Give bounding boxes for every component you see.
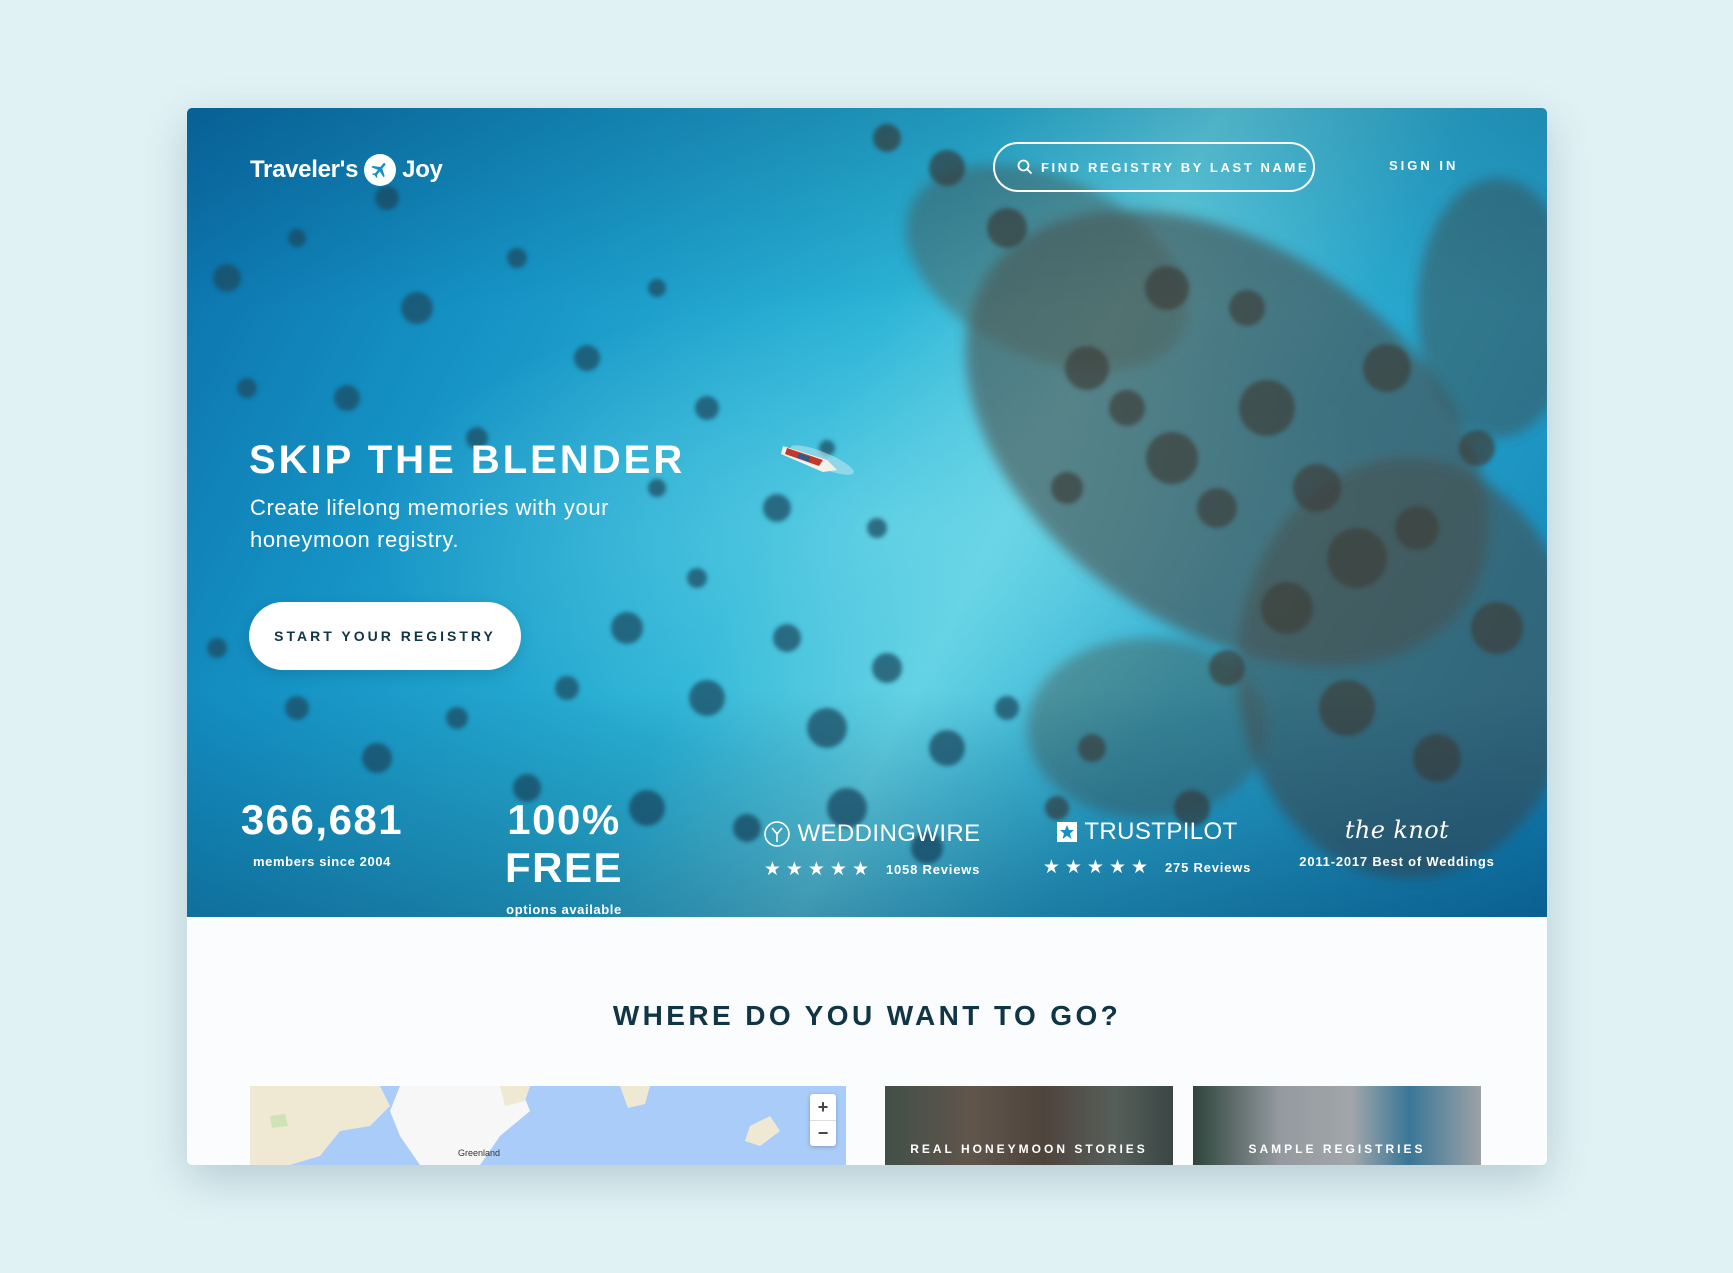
map-land-shapes	[250, 1086, 780, 1165]
members-caption: members since 2004	[253, 854, 391, 869]
start-registry-button[interactable]: START YOUR REGISTRY	[249, 602, 521, 670]
trustpilot-reviews: 275 Reviews	[1165, 860, 1252, 875]
the-knot-caption: 2011-2017 Best of Weddings	[1299, 854, 1495, 869]
site-logo[interactable]: Traveler's Joy	[250, 154, 443, 186]
airplane-icon	[364, 154, 397, 186]
members-count: 366,681	[240, 796, 404, 843]
hero-subheadline: Create lifelong memories with your honey…	[250, 495, 610, 552]
weddingwire-name: WEDDINGWIRE	[797, 820, 981, 847]
the-knot-badge[interactable]: the knot 2011-2017 Best of Weddings	[1297, 816, 1497, 869]
free-stat: 100% FREE options available	[449, 796, 679, 917]
members-stat: 366,681 members since 2004	[237, 796, 407, 869]
logo-text-right: Joy	[402, 156, 443, 183]
map-zoom-control: + −	[810, 1094, 836, 1146]
browser-window: Traveler's Joy FIND REGISTRY BY LAST NAM…	[187, 108, 1547, 1165]
map-region-label: Greenland	[458, 1148, 501, 1158]
free-caption: options available	[506, 902, 622, 917]
trustpilot-logo-icon	[1057, 822, 1078, 842]
trustpilot-badge[interactable]: TRUSTPILOT ★★★★★ 275 Reviews	[1037, 818, 1257, 879]
sample-registries-card[interactable]: SAMPLE REGISTRIES	[1193, 1086, 1481, 1165]
logo-text-left: Traveler's	[250, 156, 359, 183]
hero-headline: SKIP THE BLENDER	[249, 438, 686, 482]
honeymoon-stories-label: REAL HONEYMOON STORIES	[910, 1142, 1148, 1156]
destinations-heading: WHERE DO YOU WANT TO GO?	[612, 1000, 1122, 1031]
the-knot-logo: the knot	[1344, 816, 1450, 844]
weddingwire-reviews: 1058 Reviews	[886, 862, 981, 877]
weddingwire-stars: ★★★★★	[763, 859, 874, 880]
free-value: 100% FREE	[504, 796, 623, 891]
honeymoon-stories-card[interactable]: REAL HONEYMOON STORIES	[885, 1086, 1173, 1165]
map-zoom-in-button[interactable]: +	[810, 1094, 836, 1120]
sign-in-link[interactable]: SIGN IN	[1389, 158, 1458, 173]
map-zoom-out-button[interactable]: −	[810, 1120, 836, 1146]
weddingwire-logo-icon	[764, 821, 791, 847]
registry-search-input[interactable]: FIND REGISTRY BY LAST NAME	[993, 142, 1315, 192]
search-placeholder: FIND REGISTRY BY LAST NAME	[1041, 159, 1310, 175]
hero-section: Traveler's Joy FIND REGISTRY BY LAST NAM…	[187, 108, 1547, 917]
sample-registries-label: SAMPLE REGISTRIES	[1248, 1142, 1426, 1156]
weddingwire-badge[interactable]: WEDDINGWIRE ★★★★★ 1058 Reviews	[762, 820, 982, 881]
destinations-map[interactable]: Greenland + −	[250, 1086, 846, 1165]
trustpilot-name: TRUSTPILOT	[1084, 818, 1238, 845]
trustpilot-stars: ★★★★★	[1042, 857, 1154, 878]
search-icon	[1017, 159, 1033, 175]
